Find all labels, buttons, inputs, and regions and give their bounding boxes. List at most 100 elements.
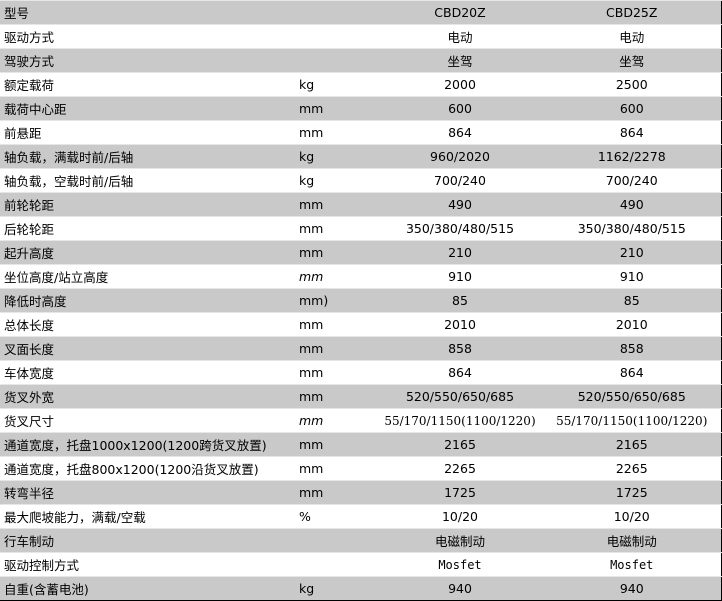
param-unit: mm [297, 408, 377, 433]
model-b-value: 2165 [543, 432, 721, 457]
model-a-value: 55/170/1150(1100/1220) [377, 408, 543, 433]
model-a-value: 2165 [377, 432, 543, 457]
param-unit [297, 528, 377, 553]
model-b-value: 910 [543, 264, 721, 289]
param-name: 行车制动 [0, 528, 297, 553]
param-name: 前悬距 [0, 120, 297, 145]
model-a-value: 864 [377, 120, 543, 145]
model-a-value: 940 [377, 576, 543, 601]
model-a-value: 85 [377, 288, 543, 313]
model-b-value: 940 [543, 576, 721, 601]
param-unit [297, 552, 377, 577]
model-a-value: 210 [377, 240, 543, 265]
table-row: 车体宽度 mm 864 864 [0, 360, 721, 385]
model-b-value: 85 [543, 288, 721, 313]
param-unit: kg [297, 144, 377, 169]
model-b-value: 600 [543, 96, 721, 121]
model-a-value: 10/20 [377, 504, 543, 529]
param-unit: mm [297, 264, 377, 289]
table-row: 降低时高度 mm) 85 85 [0, 288, 721, 313]
model-b-value: 1725 [543, 480, 721, 505]
table-row: 型号 CBD20Z CBD25Z [0, 0, 721, 25]
param-unit: mm) [297, 288, 377, 313]
model-a-value: 2265 [377, 456, 543, 481]
param-name: 通道宽度，托盘1000x1200(1200跨货叉放置) [0, 432, 297, 457]
table-row: 坐位高度/站立高度 mm 910 910 [0, 264, 721, 289]
model-b-value: 55/170/1150(1100/1220) [543, 408, 721, 433]
table-row: 前轮轮距 mm 490 490 [0, 192, 721, 217]
model-b-value: 电动 [543, 24, 721, 49]
model-b-value: 700/240 [543, 168, 721, 193]
param-name: 驱动控制方式 [0, 552, 297, 577]
param-unit [297, 0, 377, 25]
model-b-value: 1162/2278 [543, 144, 721, 169]
param-name: 前轮轮距 [0, 192, 297, 217]
model-a-value: 电磁制动 [377, 528, 543, 553]
table-row: 行车制动 电磁制动 电磁制动 [0, 528, 721, 553]
model-b-value: 2500 [543, 72, 721, 97]
param-name: 驱动方式 [0, 24, 297, 49]
param-name: 叉面长度 [0, 336, 297, 361]
table-row: 自重(含蓄电池) kg 940 940 [0, 576, 721, 601]
param-name: 型号 [0, 0, 297, 25]
param-name: 最大爬坡能力，满载/空载 [0, 504, 297, 529]
model-b-value: 2265 [543, 456, 721, 481]
table-row: 驱动方式 电动 电动 [0, 24, 721, 49]
model-a-value: 520/550/650/685 [377, 384, 543, 409]
table-row: 后轮轮距 mm 350/380/480/515 350/380/480/515 [0, 216, 721, 241]
table-row: 额定载荷 kg 2000 2500 [0, 72, 721, 97]
table-row: 驾驶方式 坐驾 坐驾 [0, 48, 721, 73]
model-b-value: 858 [543, 336, 721, 361]
table-row: 前悬距 mm 864 864 [0, 120, 721, 145]
table-row: 总体长度 mm 2010 2010 [0, 312, 721, 337]
model-b-value: 10/20 [543, 504, 721, 529]
model-a-value: 600 [377, 96, 543, 121]
param-unit: mm [297, 360, 377, 385]
param-unit: mm [297, 96, 377, 121]
table-row: 最大爬坡能力，满载/空载 % 10/20 10/20 [0, 504, 721, 529]
param-name: 载荷中心距 [0, 96, 297, 121]
param-unit: mm [297, 192, 377, 217]
model-a-value: 坐驾 [377, 48, 543, 73]
model-b-value: 坐驾 [543, 48, 721, 73]
model-a-value: 490 [377, 192, 543, 217]
model-b-value: Mosfet [543, 552, 721, 577]
param-name: 坐位高度/站立高度 [0, 264, 297, 289]
table-row: 轴负载，满载时前/后轴 kg 960/2020 1162/2278 [0, 144, 721, 169]
table-row: 转弯半径 mm 1725 1725 [0, 480, 721, 505]
model-a-value: 700/240 [377, 168, 543, 193]
model-b-value: 350/380/480/515 [543, 216, 721, 241]
model-b-value: 864 [543, 120, 721, 145]
param-name: 轴负载，满载时前/后轴 [0, 144, 297, 169]
model-a-value: 960/2020 [377, 144, 543, 169]
model-b-value: 210 [543, 240, 721, 265]
table-row: 通道宽度，托盘1000x1200(1200跨货叉放置) mm 2165 2165 [0, 432, 721, 457]
table-row: 叉面长度 mm 858 858 [0, 336, 721, 361]
param-unit: mm [297, 432, 377, 457]
table-row: 货叉外宽 mm 520/550/650/685 520/550/650/685 [0, 384, 721, 409]
table-row: 起升高度 mm 210 210 [0, 240, 721, 265]
param-unit: mm [297, 120, 377, 145]
param-name: 货叉外宽 [0, 384, 297, 409]
param-name: 转弯半径 [0, 480, 297, 505]
model-a-value: CBD20Z [377, 0, 543, 25]
param-name: 驾驶方式 [0, 48, 297, 73]
table-row: 载荷中心距 mm 600 600 [0, 96, 721, 121]
param-unit: kg [297, 168, 377, 193]
param-name: 车体宽度 [0, 360, 297, 385]
spec-table: 型号 CBD20Z CBD25Z 驱动方式 电动 电动 驾驶方式 坐驾 坐驾 额… [0, 0, 722, 601]
param-unit: kg [297, 72, 377, 97]
model-a-value: 电动 [377, 24, 543, 49]
table-row: 轴负载，空载时前/后轴 kg 700/240 700/240 [0, 168, 721, 193]
table-row: 通道宽度，托盘800x1200(1200沿货叉放置) mm 2265 2265 [0, 456, 721, 481]
param-name: 总体长度 [0, 312, 297, 337]
param-name: 起升高度 [0, 240, 297, 265]
param-name: 自重(含蓄电池) [0, 576, 297, 601]
param-name: 降低时高度 [0, 288, 297, 313]
param-name: 后轮轮距 [0, 216, 297, 241]
model-a-value: 910 [377, 264, 543, 289]
param-unit: mm [297, 216, 377, 241]
model-a-value: 2000 [377, 72, 543, 97]
model-b-value: CBD25Z [543, 0, 721, 25]
param-unit: mm [297, 336, 377, 361]
